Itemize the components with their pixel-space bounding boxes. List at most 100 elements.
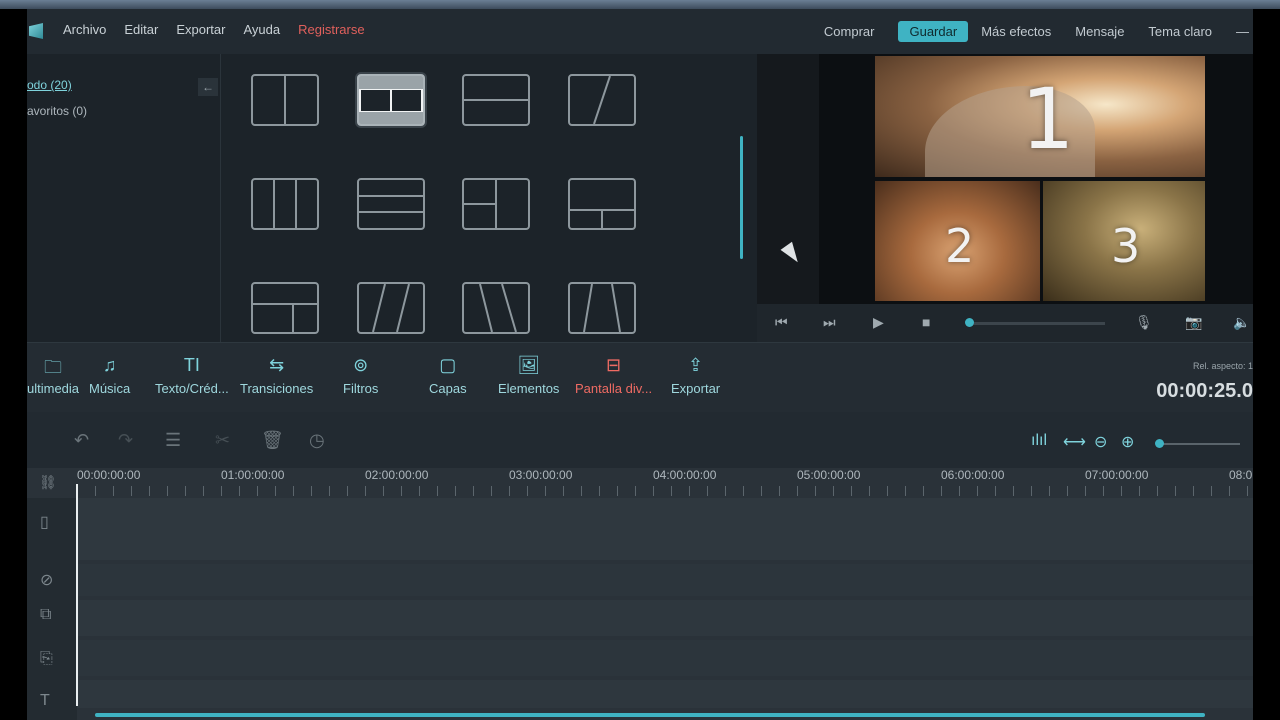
- music-note-icon: ♫: [102, 355, 117, 375]
- tab-multimedia-label: ultimedia: [27, 381, 80, 396]
- preview-clip-1[interactable]: 1: [875, 56, 1205, 177]
- video-track-icon[interactable]: ▯: [40, 512, 49, 532]
- layout-tile-left-split-right[interactable]: [462, 178, 530, 230]
- menu-bar: Archivo Editar Exportar Ayuda Registrars…: [27, 9, 1253, 54]
- zoom-out-icon[interactable]: ⊖: [1094, 432, 1107, 452]
- snapshot-camera-icon[interactable]: 📷: [1185, 314, 1202, 331]
- adjust-icon[interactable]: ☰: [165, 430, 181, 451]
- window-top-strip: [0, 0, 1280, 9]
- library-sidebar: odo (20) avoritos (0) ←: [27, 54, 221, 342]
- zoom-slider-knob[interactable]: [1155, 439, 1164, 448]
- layout-tile-three-panel-selected[interactable]: [357, 74, 425, 126]
- layout-tile-horizontal-halves[interactable]: [462, 74, 530, 126]
- layout-tile-vertical-halves[interactable]: [251, 74, 319, 126]
- copy-track-icon[interactable]: ⎘: [40, 650, 53, 668]
- media-toolbar: 🗀 ultimedia ♫ Música TI Texto/Créd... ⇆ Tran…: [27, 342, 1253, 413]
- timecode-display: 00:00:25.0: [1156, 380, 1253, 402]
- preview-clip-2[interactable]: 2: [875, 181, 1040, 301]
- undo-icon[interactable]: ↶: [74, 430, 89, 451]
- layout-tile-trapezoid[interactable]: [568, 282, 636, 334]
- menu-exportar[interactable]: Exportar: [176, 22, 225, 37]
- text-track-icon[interactable]: T: [40, 692, 50, 710]
- tab-transitions[interactable]: ⇆ Transiciones: [240, 355, 313, 396]
- layout-tile-top-left-split[interactable]: [251, 282, 319, 334]
- playback-progress-track[interactable]: [969, 322, 1105, 325]
- menu-archivo[interactable]: Archivo: [63, 22, 106, 37]
- tab-transitions-label: Transiciones: [240, 381, 314, 396]
- tick-label: 07:00:00:00: [1085, 468, 1149, 482]
- tab-split-screen-label: Pantalla div...: [575, 381, 653, 396]
- message-button[interactable]: Mensaje: [1075, 24, 1124, 39]
- timeline-lane[interactable]: [77, 498, 1253, 560]
- stop-icon[interactable]: ■: [922, 314, 930, 330]
- timeline-lane[interactable]: [77, 640, 1253, 676]
- timeline-lane[interactable]: [77, 564, 1253, 596]
- tick-label: 02:00:00:00: [365, 468, 429, 482]
- tick-label: 01:00:00:00: [221, 468, 285, 482]
- delete-icon[interactable]: 🗑: [261, 430, 284, 451]
- tab-multimedia[interactable]: 🗀 ultimedia: [27, 355, 79, 396]
- category-favorites[interactable]: avoritos (0): [27, 104, 87, 118]
- audio-mixer-icon[interactable]: ılıl: [1031, 432, 1047, 450]
- light-theme-button[interactable]: Tema claro: [1148, 24, 1212, 39]
- link-icon[interactable]: ⛓: [39, 474, 57, 491]
- zoom-slider-track[interactable]: [1160, 443, 1240, 445]
- playback-progress-knob[interactable]: [965, 318, 974, 327]
- timeline-lane[interactable]: [77, 600, 1253, 636]
- menu-ayuda[interactable]: Ayuda: [243, 22, 280, 37]
- cut-icon[interactable]: ✂: [215, 430, 230, 451]
- overlay-track-icon[interactable]: ⧉: [40, 606, 51, 624]
- filter-icon: ⊚: [353, 355, 369, 375]
- preview-clip-3[interactable]: 3: [1043, 181, 1205, 301]
- menu-left: Archivo Editar Exportar Ayuda Registrars…: [63, 22, 365, 37]
- volume-icon[interactable]: 🔈: [1233, 314, 1250, 331]
- layout-tile-three-vertical[interactable]: [251, 178, 319, 230]
- layout-tile-diagonal-split[interactable]: [568, 74, 636, 126]
- duration-clock-icon[interactable]: ◷: [309, 430, 325, 451]
- tab-split-screen[interactable]: ⊟ Pantalla div...: [575, 355, 652, 396]
- category-all[interactable]: odo (20): [27, 78, 72, 92]
- buy-button[interactable]: Comprar: [824, 24, 875, 39]
- clip-number-3: 3: [1111, 219, 1141, 273]
- menu-editar[interactable]: Editar: [124, 22, 158, 37]
- tab-filters[interactable]: ⊚ Filtros: [343, 355, 378, 396]
- fit-timeline-icon[interactable]: ⟷: [1063, 432, 1086, 452]
- tab-export-label: Exportar: [671, 381, 721, 396]
- layout-tile-three-horizontal[interactable]: [357, 178, 425, 230]
- image-icon: 🖼: [517, 355, 541, 375]
- transition-icon: ⇆: [269, 355, 285, 375]
- zoom-in-icon[interactable]: ⊕: [1121, 432, 1134, 452]
- track-header-column: ▯ ⊘ ⧉ ⎘ T: [27, 498, 77, 720]
- layout-tile-reverse-diagonals[interactable]: [462, 282, 530, 334]
- tab-text-credits[interactable]: TI Texto/Créd...: [155, 355, 229, 396]
- playhead[interactable]: [76, 484, 78, 706]
- tab-elements[interactable]: 🖼 Elementos: [498, 355, 559, 396]
- save-button[interactable]: Guardar: [898, 21, 969, 42]
- share-export-icon: ⇪: [688, 355, 704, 375]
- timeline-horizontal-scrollbar[interactable]: [95, 713, 1205, 717]
- split-screen-icon: ⊟: [606, 355, 622, 375]
- collapse-panel-icon[interactable]: ←: [198, 78, 218, 96]
- play-icon[interactable]: ▶: [873, 314, 884, 331]
- tab-music[interactable]: ♫ Música: [89, 355, 130, 396]
- more-effects-button[interactable]: Más efectos: [981, 24, 1051, 39]
- skip-start-icon[interactable]: ⏮: [775, 314, 788, 331]
- register-link[interactable]: Registrarse: [298, 22, 364, 37]
- minimize-button[interactable]: —: [1236, 24, 1249, 39]
- ruler-ticks: [77, 486, 1253, 496]
- link-track-icon[interactable]: ⊘: [40, 570, 53, 590]
- tab-layers[interactable]: ▢ Capas: [429, 355, 467, 396]
- microphone-icon[interactable]: 🎙: [1135, 314, 1153, 331]
- timeline-lane[interactable]: [77, 680, 1253, 708]
- skip-end-icon[interactable]: ⏭: [823, 314, 836, 331]
- app-logo-icon: [29, 23, 43, 39]
- tab-text-credits-label: Texto/Créd...: [155, 381, 229, 396]
- clip-number-1: 1: [1021, 70, 1075, 168]
- layout-tile-top-bottom-split[interactable]: [568, 178, 636, 230]
- layout-tile-double-diagonal[interactable]: [357, 282, 425, 334]
- tab-export[interactable]: ⇪ Exportar: [671, 355, 720, 396]
- library-scrollbar[interactable]: [740, 136, 743, 259]
- redo-icon[interactable]: ↷: [118, 430, 133, 451]
- tick-label: 00:00:00:00: [77, 468, 141, 482]
- tick-label: 04:00:00:00: [653, 468, 717, 482]
